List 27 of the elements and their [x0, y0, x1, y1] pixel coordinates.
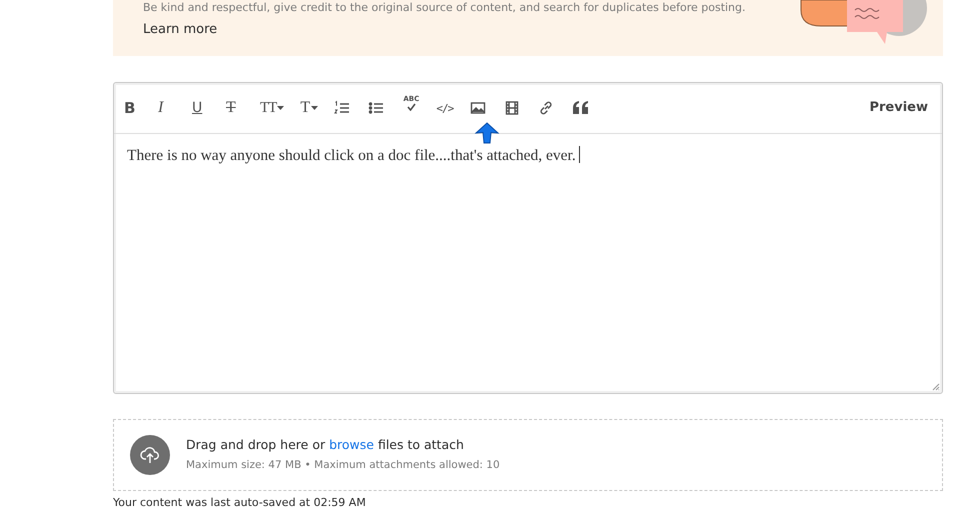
upload-icon[interactable] [130, 435, 170, 475]
attachment-dropzone[interactable]: Drag and drop here or browse files to attach Maximum size: 47 MB • Maximum attachments allowed: 10 [113, 419, 943, 491]
autosave-status: Your content was last auto-saved at 02:59 AM [113, 495, 367, 510]
learn-more-link[interactable]: Learn more [143, 22, 218, 37]
image-icon [470, 100, 486, 116]
text-area[interactable]: There is no way anyone should click on a doc file....that's attached, ever. [114, 134, 942, 393]
code-button[interactable]: </> [432, 96, 458, 120]
font-size-button[interactable]: TT [256, 96, 288, 120]
text-style-button[interactable]: T [296, 96, 322, 120]
underline-button[interactable]: U [188, 96, 214, 120]
preview-button[interactable]: Preview [863, 97, 934, 119]
attach-instructions: Drag and drop here or browse files to attach [186, 436, 465, 454]
browse-link[interactable]: browse [329, 437, 374, 452]
resize-handle-icon[interactable] [932, 383, 940, 391]
attachment-limits: Maximum size: 47 MB • Maximum attachments allowed: 10 [186, 458, 500, 473]
link-icon [538, 100, 554, 116]
annotation-arrow [474, 122, 500, 144]
numbered-list-icon [334, 100, 350, 116]
strikethrough-button[interactable]: T [222, 96, 248, 120]
film-icon [504, 100, 520, 116]
notice-message: Be kind and respectful, give credit to the original source of content, and search for duplicates before posting. [143, 0, 747, 16]
bulleted-list-icon [368, 100, 384, 116]
text-cursor [578, 146, 580, 163]
italic-button[interactable]: I [154, 96, 180, 120]
checkmark-icon [406, 103, 416, 111]
bold-button[interactable]: B [120, 96, 146, 120]
quote-icon [572, 100, 590, 116]
